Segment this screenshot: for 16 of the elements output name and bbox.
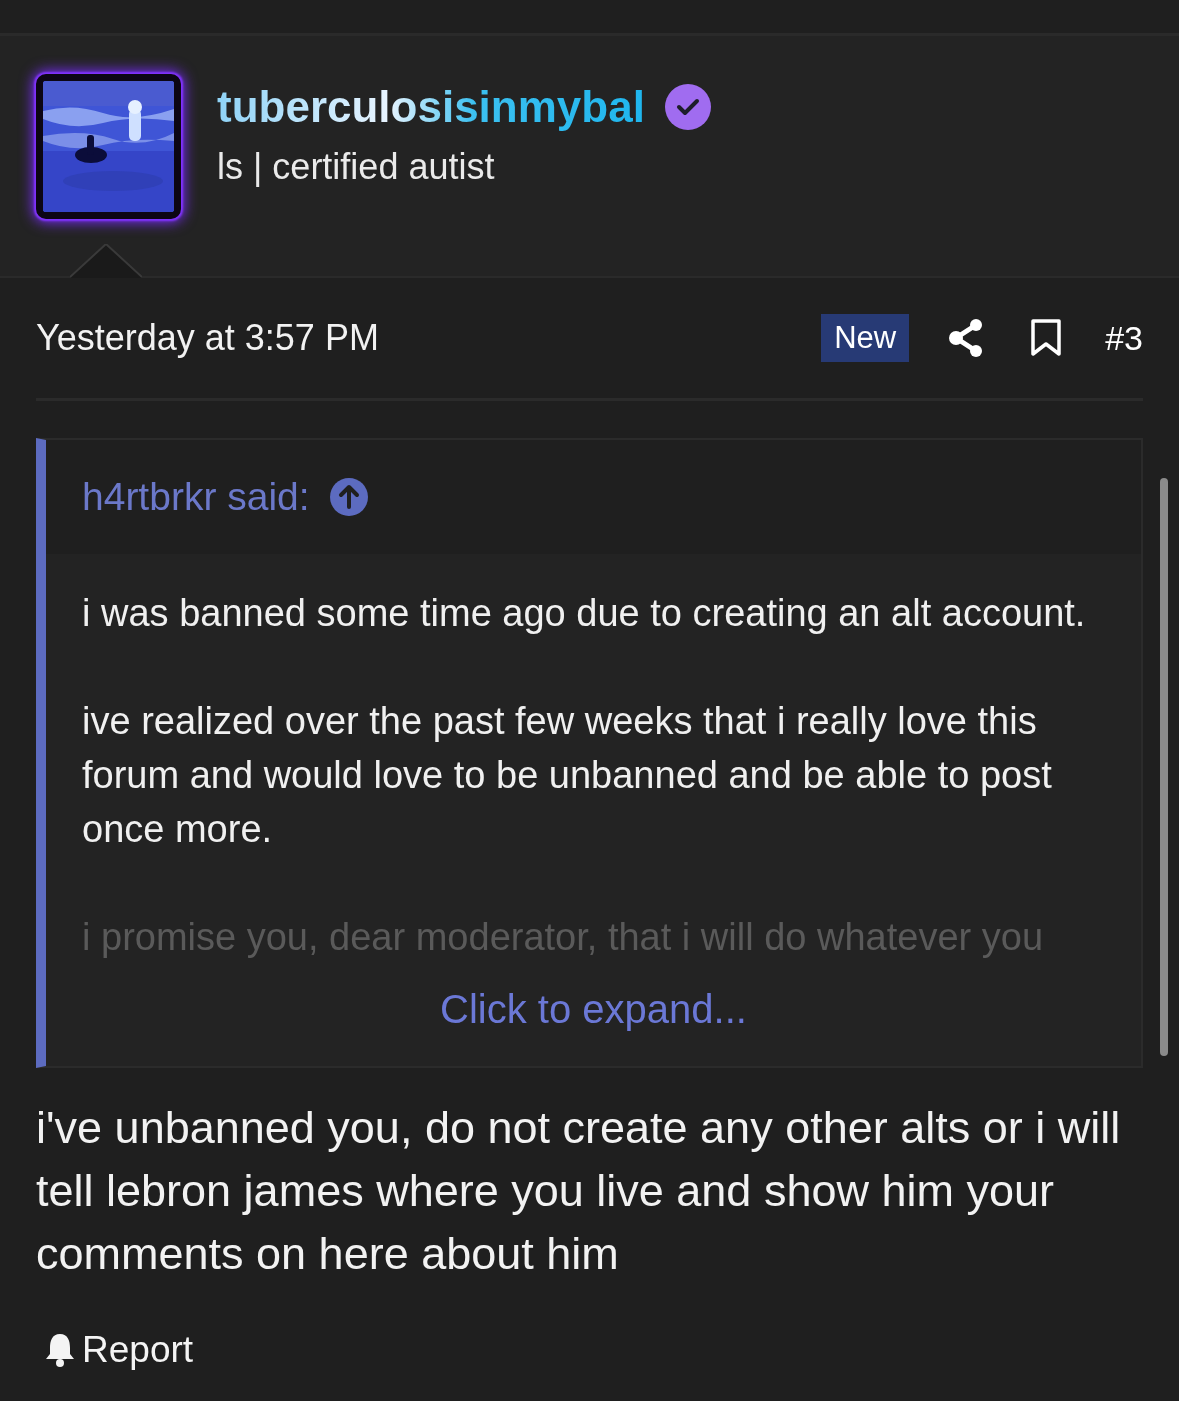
quote-paragraph: i was banned some time ago due to creating an alt account. — [82, 591, 1087, 636]
scrollbar[interactable] — [1160, 478, 1168, 1056]
quote-paragraph: ive realized over the past few weeks that i really love this forum and would love to be unbanned and be able to post once more. — [82, 699, 1053, 852]
share-icon[interactable] — [949, 319, 984, 357]
avatar[interactable] — [36, 74, 181, 219]
post-number[interactable]: #3 — [1105, 318, 1143, 358]
quote-author[interactable]: h4rtbrkr said: — [82, 475, 310, 519]
arrow-up-icon[interactable] — [329, 478, 368, 516]
post-date[interactable]: Yesterday at 3:57 PM — [36, 317, 822, 359]
report-link[interactable]: Report — [44, 1329, 194, 1371]
reply-text: i've unbanned you, do not create any other alts or i will tell lebron james where you live and show him your comments on here about him — [36, 1101, 1122, 1281]
bookmark-icon[interactable] — [1031, 319, 1062, 357]
expand-link[interactable]: Click to expand... — [46, 987, 1141, 1032]
user-title: ls | certified autist — [217, 146, 496, 188]
bell-icon — [44, 1332, 76, 1368]
new-badge: New — [821, 314, 910, 362]
